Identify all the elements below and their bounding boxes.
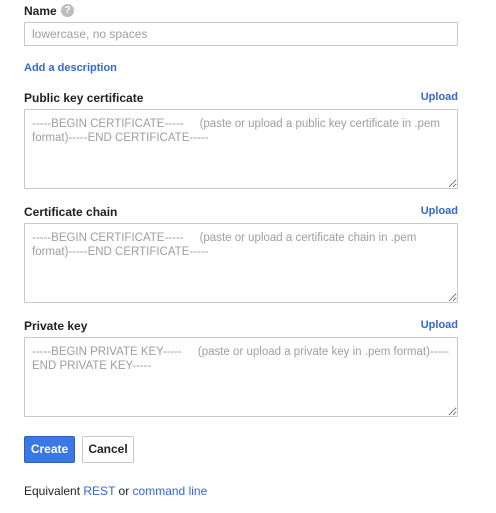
footer-prefix: Equivalent [24,484,81,498]
name-input[interactable] [24,22,458,46]
public-key-certificate-label: Public key certificate [24,91,144,105]
private-key-upload-link[interactable]: Upload [421,319,458,331]
private-key-textarea[interactable] [24,337,458,417]
command-line-link[interactable]: command line [133,484,208,498]
rest-link[interactable]: REST [83,484,115,498]
certificate-chain-label: Certificate chain [24,205,118,219]
public-key-upload-link[interactable]: Upload [421,91,458,103]
certificate-chain-textarea[interactable] [24,223,458,303]
private-key-label: Private key [24,319,88,333]
create-button[interactable]: Create [24,436,75,463]
add-description-link[interactable]: Add a description [24,62,117,74]
public-key-certificate-textarea[interactable] [24,109,458,189]
help-icon[interactable]: ? [61,4,74,17]
certificate-chain-upload-link[interactable]: Upload [421,205,458,217]
name-label: Name [24,4,57,18]
cancel-button[interactable]: Cancel [82,436,134,463]
footer-or: or [118,484,130,498]
equivalent-footer: Equivalent REST or command line [24,484,207,498]
